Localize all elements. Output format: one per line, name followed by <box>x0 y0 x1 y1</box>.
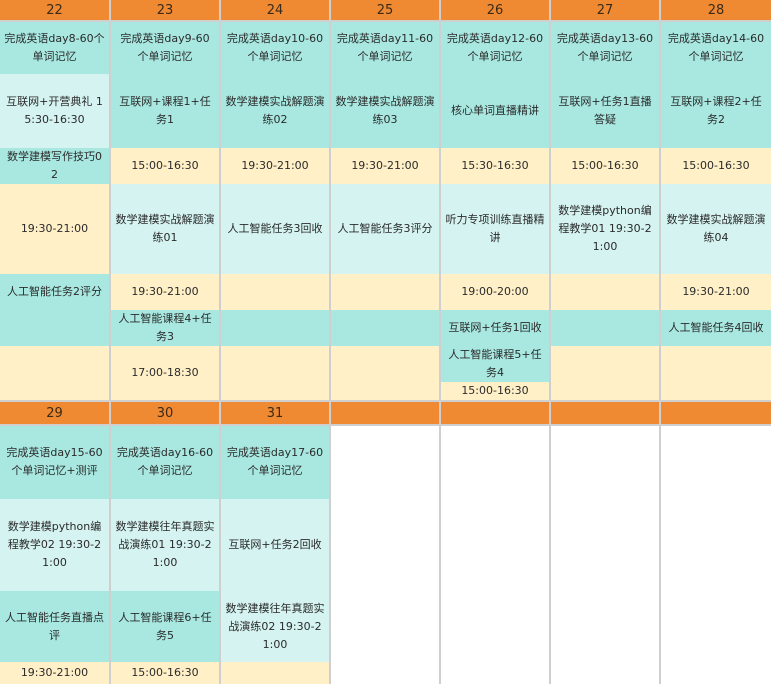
day-header[interactable] <box>331 402 439 424</box>
event-cell[interactable]: 完成英语day17-60个单词记忆 <box>221 424 329 499</box>
column-divider <box>659 0 661 684</box>
day-column <box>551 0 659 684</box>
empty-day <box>441 424 549 684</box>
row-divider <box>0 400 771 402</box>
day-column: 31 完成英语day17-60个单词记忆 互联网+任务2回收 数学建模往年真题实战演练… <box>221 0 329 684</box>
event-cell[interactable]: 数学建模往年真题实战演练02 19:30-21:00 <box>221 591 329 662</box>
day-header[interactable]: 31 <box>221 402 329 424</box>
day-header[interactable] <box>551 402 659 424</box>
event-cell[interactable]: 人工智能任务直播点评 <box>0 591 109 662</box>
empty-cell <box>221 662 329 684</box>
day-column <box>441 0 549 684</box>
column-divider <box>109 0 111 684</box>
day-header[interactable]: 30 <box>111 402 219 424</box>
column-divider <box>219 0 221 684</box>
event-cell[interactable]: 完成英语day15-60个单词记忆+测评 <box>0 424 109 499</box>
empty-day <box>551 424 659 684</box>
day-column <box>331 0 439 684</box>
day-header[interactable]: 29 <box>0 402 109 424</box>
day-column: 30 完成英语day16-60个单词记忆 数学建模往年真题实战演练01 19:30-… <box>111 0 219 684</box>
day-header[interactable] <box>441 402 549 424</box>
event-cell[interactable]: 人工智能课程6+任务5 <box>111 591 219 662</box>
event-cell[interactable]: 15:00-16:30 <box>111 662 219 684</box>
day-column: 29 完成英语day15-60个单词记忆+测评 数学建模python编程教学02 1… <box>0 0 109 684</box>
event-cell[interactable]: 完成英语day16-60个单词记忆 <box>111 424 219 499</box>
event-cell[interactable]: 互联网+任务2回收 <box>221 499 329 591</box>
day-header[interactable] <box>661 402 771 424</box>
column-divider <box>439 0 441 684</box>
column-divider <box>329 0 331 684</box>
row-divider <box>0 424 771 426</box>
day-column <box>661 0 771 684</box>
empty-day <box>661 424 771 684</box>
event-cell[interactable]: 19:30-21:00 <box>0 662 109 684</box>
row-divider <box>0 20 771 22</box>
column-divider <box>549 0 551 684</box>
empty-day <box>331 424 439 684</box>
event-cell[interactable]: 数学建模往年真题实战演练01 19:30-21:00 <box>111 499 219 591</box>
event-cell[interactable]: 数学建模python编程教学02 19:30-21:00 <box>0 499 109 591</box>
